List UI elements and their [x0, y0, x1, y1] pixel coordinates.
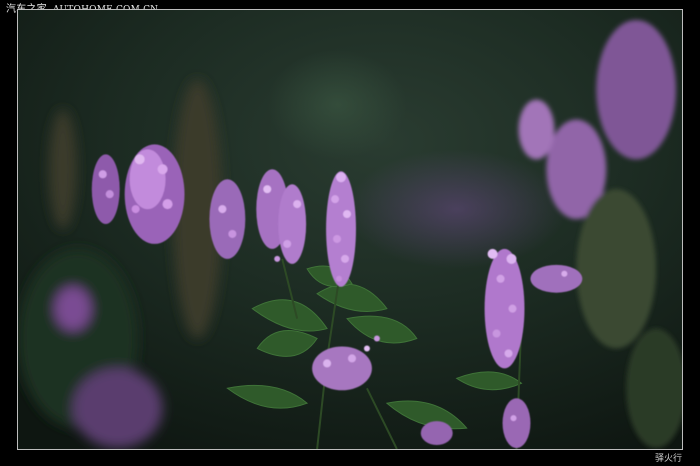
- bokeh-green: [267, 49, 407, 160]
- flower-spike-7: [484, 248, 525, 369]
- photo-frame: [17, 9, 683, 450]
- flower-spike-5: [326, 171, 356, 287]
- flower-spike-1: [124, 144, 185, 244]
- flower-spike-2: [91, 154, 120, 225]
- bokeh-purple: [347, 149, 567, 269]
- flower-photo: [18, 10, 682, 449]
- signature-text: 驿火行: [654, 454, 682, 464]
- flower-spike-9: [530, 264, 583, 293]
- flower-spike-3: [209, 179, 246, 259]
